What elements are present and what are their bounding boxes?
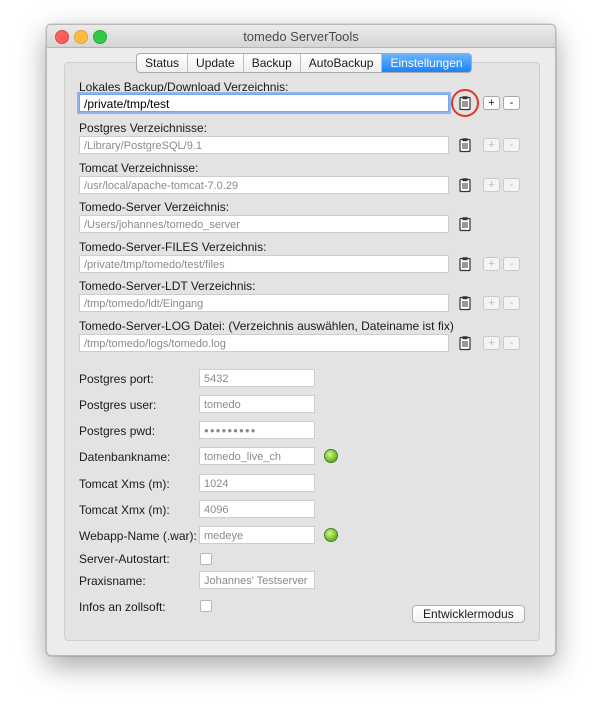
webapp-name-field[interactable]: medeye	[199, 526, 315, 544]
infos-zollsoft-checkbox[interactable]	[200, 600, 212, 612]
ldt-dir-field[interactable]: /tmp/tomedo/ldt/Eingang	[79, 294, 449, 312]
remove-log-file-button[interactable]: -	[503, 336, 520, 350]
tomcat-xms-field[interactable]: 1024	[199, 474, 315, 492]
tab-autobackup[interactable]: AutoBackup	[301, 54, 383, 72]
remove-postgres-dir-button[interactable]: -	[503, 138, 520, 152]
add-tomcat-dir-button[interactable]: +	[483, 178, 500, 192]
postgres-port-field[interactable]: 5432	[199, 369, 315, 387]
files-dir-label: Tomedo-Server-FILES Verzeichnis:	[79, 240, 267, 254]
infos-zollsoft-label: Infos an zollsoft:	[79, 600, 166, 614]
webapp-name-label: Webapp-Name (.war):	[79, 529, 197, 543]
server-autostart-checkbox[interactable]	[200, 553, 212, 565]
postgres-user-field[interactable]: tomedo	[199, 395, 315, 413]
backup-dir-field[interactable]: /private/tmp/test	[79, 94, 449, 112]
log-file-field[interactable]: /tmp/tomedo/logs/tomedo.log	[79, 334, 449, 352]
database-name-label: Datenbankname:	[79, 450, 171, 464]
tomcat-dir-field[interactable]: /usr/local/apache-tomcat-7.0.29	[79, 176, 449, 194]
postgres-dir-label: Postgres Verzeichnisse:	[79, 121, 208, 135]
tab-status[interactable]: Status	[137, 54, 189, 72]
database-name-field[interactable]: tomedo_live_ch	[199, 447, 315, 465]
remove-files-dir-button[interactable]: -	[503, 257, 520, 271]
remove-backup-dir-button[interactable]: -	[503, 96, 520, 110]
postgres-pwd-field[interactable]: ●●●●●●●●●	[199, 421, 315, 439]
remove-tomcat-dir-button[interactable]: -	[503, 178, 520, 192]
remove-ldt-dir-button[interactable]: -	[503, 296, 520, 310]
tab-update[interactable]: Update	[188, 54, 244, 72]
webapp-status-led-icon	[324, 528, 338, 542]
add-log-file-button[interactable]: +	[483, 336, 500, 350]
postgres-port-label: Postgres port:	[79, 372, 154, 386]
server-dir-field[interactable]: /Users/johannes/tomedo_server	[79, 215, 449, 233]
tab-einstellungen[interactable]: Einstellungen	[382, 54, 471, 72]
add-backup-dir-button[interactable]: +	[483, 96, 500, 110]
praxisname-field[interactable]: Johannes' Testserver	[199, 571, 315, 589]
clipboard-icon[interactable]	[457, 95, 473, 111]
add-postgres-dir-button[interactable]: +	[483, 138, 500, 152]
clipboard-icon[interactable]	[457, 137, 473, 153]
ldt-dir-label: Tomedo-Server-LDT Verzeichnis:	[79, 279, 256, 293]
database-status-led-icon	[324, 449, 338, 463]
title-bar: tomedo ServerTools	[47, 25, 555, 48]
clipboard-icon[interactable]	[457, 216, 473, 232]
tomcat-xmx-field[interactable]: 4096	[199, 500, 315, 518]
tomcat-dir-label: Tomcat Verzeichnisse:	[79, 161, 199, 175]
add-files-dir-button[interactable]: +	[483, 257, 500, 271]
add-ldt-dir-button[interactable]: +	[483, 296, 500, 310]
backup-dir-label: Lokales Backup/Download Verzeichnis:	[79, 80, 289, 94]
window-title: tomedo ServerTools	[243, 29, 359, 44]
tab-bar: Status Update Backup AutoBackup Einstell…	[136, 53, 472, 73]
files-dir-field[interactable]: /private/tmp/tomedo/test/files	[79, 255, 449, 273]
log-file-label: Tomedo-Server-LOG Datei: (Verzeichnis au…	[79, 319, 454, 333]
praxisname-label: Praxisname:	[79, 574, 146, 588]
app-window: tomedo ServerTools Status Update Backup …	[46, 24, 556, 656]
clipboard-icon[interactable]	[457, 177, 473, 193]
tomcat-xms-label: Tomcat Xms (m):	[79, 477, 170, 491]
clipboard-icon[interactable]	[457, 295, 473, 311]
server-dir-label: Tomedo-Server Verzeichnis:	[79, 200, 230, 214]
postgres-dir-field[interactable]: /Library/PostgreSQL/9.1	[79, 136, 449, 154]
tab-backup[interactable]: Backup	[244, 54, 301, 72]
tomcat-xmx-label: Tomcat Xmx (m):	[79, 503, 170, 517]
developer-mode-button[interactable]: Entwicklermodus	[412, 605, 525, 623]
postgres-pwd-label: Postgres pwd:	[79, 424, 156, 438]
clipboard-icon[interactable]	[457, 335, 473, 351]
server-autostart-label: Server-Autostart:	[79, 552, 170, 566]
clipboard-icon[interactable]	[457, 256, 473, 272]
postgres-user-label: Postgres user:	[79, 398, 157, 412]
